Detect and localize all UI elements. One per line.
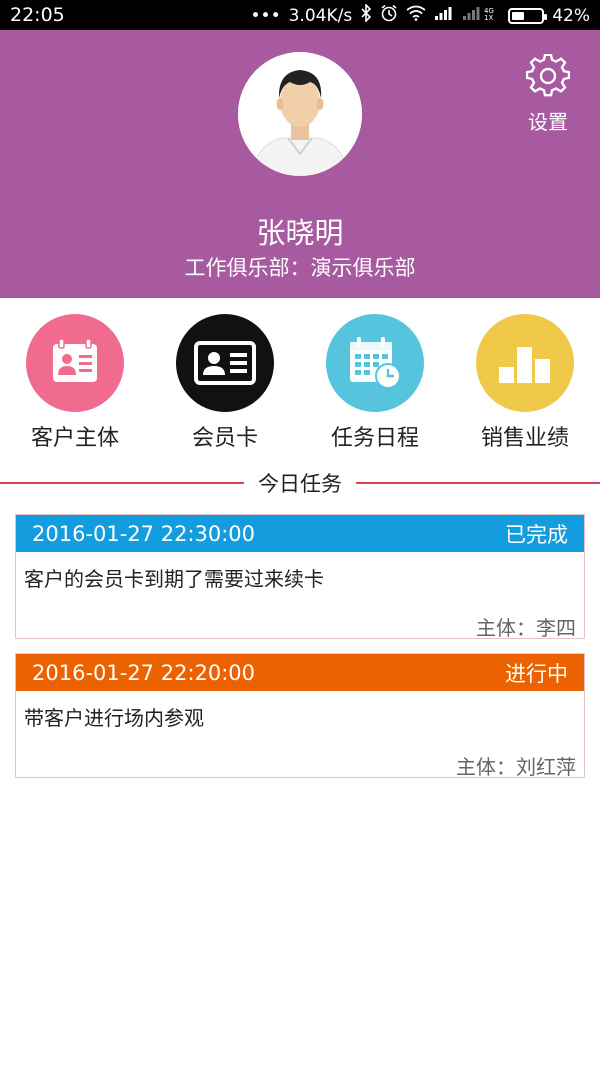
menu-item-member-card[interactable]: 会员卡 [150, 314, 300, 452]
settings-button[interactable]: 设置 [518, 53, 578, 135]
task-datetime: 2016-01-27 22:20:00 [32, 660, 256, 685]
avatar-image [238, 52, 362, 176]
member-card-icon [176, 314, 274, 412]
profile-header: 设置 张晓明 工作俱乐部：演示俱乐部 [0, 30, 600, 298]
menu-label-customer: 客户主体 [30, 426, 119, 451]
network-speed: 3.04K/s [288, 5, 353, 26]
task-header: 2016-01-27 22:30:00 已完成 [16, 515, 584, 552]
svg-text:1X: 1X [484, 14, 493, 21]
customer-profile-icon [26, 314, 124, 412]
today-tasks-header: 今日任务 [0, 468, 600, 498]
menu-label-schedule: 任务日程 [330, 426, 419, 451]
wifi-icon [406, 5, 426, 26]
task-datetime: 2016-01-27 22:30:00 [32, 521, 256, 546]
task-description: 客户的会员卡到期了需要过来续卡 [24, 567, 324, 591]
calendar-schedule-icon [326, 314, 424, 412]
quick-menu: 客户主体 会员卡 任务日程 销售业绩 [0, 298, 600, 458]
signal-4g-icon: 4G 1X [462, 5, 500, 26]
status-bar: 22:05 ••• 3.04K/s 4G 1X 42% [0, 0, 600, 30]
task-header: 2016-01-27 22:20:00 进行中 [16, 654, 584, 691]
task-subject: 主体：李四 [476, 616, 576, 640]
avatar[interactable] [238, 52, 362, 176]
signal-icon [434, 5, 454, 26]
status-time: 22:05 [10, 4, 65, 26]
status-indicators: ••• 3.04K/s 4G 1X 42% [250, 3, 590, 27]
today-tasks-title: 今日任务 [258, 472, 342, 496]
task-subject: 主体：刘红萍 [456, 755, 576, 779]
task-card[interactable]: 2016-01-27 22:30:00 已完成 客户的会员卡到期了需要过来续卡 … [15, 514, 585, 640]
more-dots-icon: ••• [250, 5, 281, 26]
user-name: 张晓明 [256, 216, 344, 250]
menu-label-sales: 销售业绩 [480, 426, 569, 451]
task-status: 进行中 [505, 661, 568, 686]
menu-label-member-card: 会员卡 [191, 426, 258, 451]
alarm-icon [380, 4, 398, 27]
task-card[interactable]: 2016-01-27 22:20:00 进行中 带客户进行场内参观 主体：刘红萍 [15, 653, 585, 779]
battery-icon [508, 7, 548, 24]
bluetooth-icon [360, 3, 372, 27]
club-info: 工作俱乐部：演示俱乐部 [184, 256, 416, 280]
battery-percent: 42% [552, 5, 590, 26]
menu-item-schedule[interactable]: 任务日程 [300, 314, 450, 452]
bar-chart-icon [476, 314, 574, 412]
menu-item-customer[interactable]: 客户主体 [0, 314, 150, 452]
settings-label: 设置 [528, 110, 568, 134]
task-status: 已完成 [505, 522, 568, 547]
gear-icon [525, 53, 571, 97]
menu-item-sales[interactable]: 销售业绩 [450, 314, 600, 452]
task-description: 带客户进行场内参观 [24, 706, 204, 730]
